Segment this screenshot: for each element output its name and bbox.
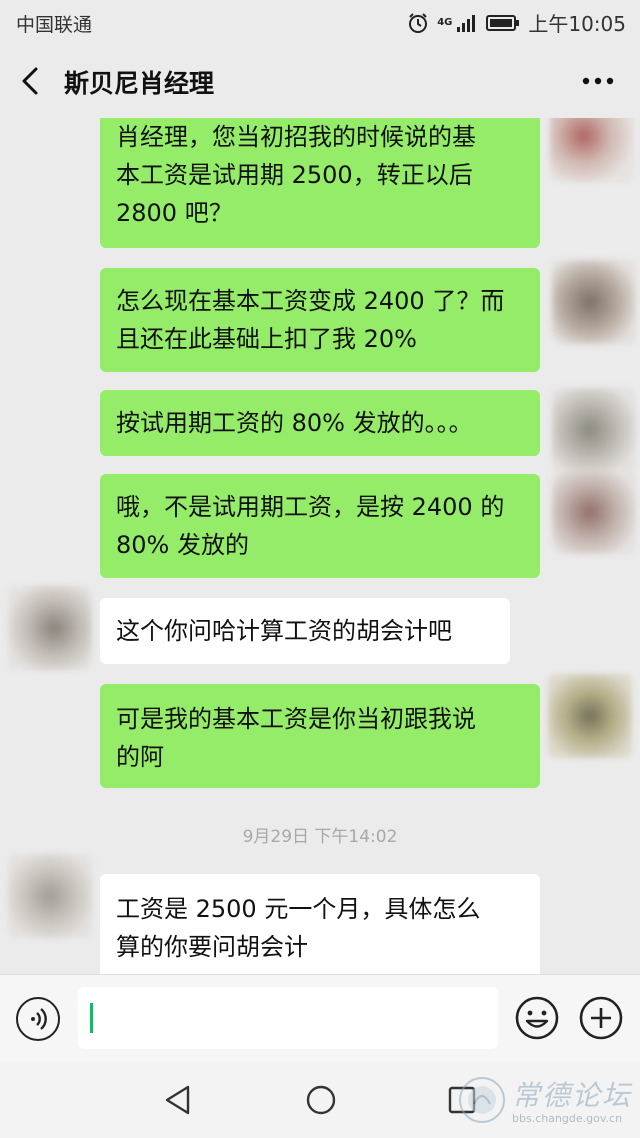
watermark-logo (459, 1077, 505, 1123)
system-nav-bar: 常德论坛 bbs.changde.gov.cn (0, 1062, 640, 1138)
status-time: 上午10:05 (528, 12, 626, 36)
alarm-icon (409, 12, 428, 33)
watermark-title: 常德论坛 (512, 1079, 633, 1112)
chat-header: 斯贝尼肖经理 (0, 44, 640, 118)
carrier-label: 中国联通 (16, 14, 93, 36)
avatar[interactable] (550, 118, 634, 182)
voice-icon (31, 1008, 47, 1030)
message-list[interactable]: 肖经理，您当初招我的时候说的基 本工资是试用期 2500，转正以后 2800 吧… (0, 118, 640, 974)
message-bubble-outgoing[interactable]: 按试用期工资的 80% 发放的。。。 (100, 390, 540, 456)
emoji-icon[interactable] (514, 995, 560, 1041)
circle-home-icon[interactable] (305, 1084, 337, 1116)
avatar[interactable] (552, 260, 636, 344)
triangle-back-icon[interactable] (163, 1084, 193, 1116)
avatar[interactable] (8, 586, 92, 670)
more-dots-icon[interactable] (580, 74, 616, 88)
watermark-url: bbs.changde.gov.cn (512, 1112, 623, 1125)
message-input[interactable] (78, 987, 498, 1049)
status-bar: 中国联通 4G 上午10:05 (0, 0, 640, 44)
avatar[interactable] (552, 388, 636, 472)
voice-button[interactable] (16, 997, 60, 1041)
message-bubble-outgoing[interactable]: 怎么现在基本工资变成 2400 了？而 且还在此基础上扣了我 20% (100, 268, 540, 372)
chevron-left-icon[interactable] (16, 66, 46, 96)
message-bubble-incoming[interactable]: 工资是 2500 元一个月，具体怎么 算的你要问胡会计 (100, 874, 540, 974)
network-type-label: 4G (437, 17, 453, 28)
message-bubble-incoming[interactable]: 这个你问哈计算工资的胡会计吧 (100, 598, 510, 664)
plus-icon[interactable] (578, 995, 624, 1041)
forum-watermark: 常德论坛 bbs.changde.gov.cn (456, 1068, 636, 1132)
message-timestamp: 9月29日 下午14:02 (242, 827, 398, 847)
chat-title: 斯贝尼肖经理 (64, 69, 215, 98)
input-bar (0, 974, 640, 1063)
signal-icon (457, 14, 476, 32)
battery-icon (486, 14, 520, 31)
avatar[interactable] (548, 674, 632, 758)
message-bubble-outgoing[interactable]: 可是我的基本工资是你当初跟我说 的阿 (100, 684, 540, 788)
message-bubble-outgoing[interactable]: 哦，不是试用期工资，是按 2400 的 80% 发放的 (100, 474, 540, 578)
avatar[interactable] (552, 470, 636, 554)
status-icons: 4G 上午10:05 (407, 8, 626, 37)
text-caret (90, 1003, 93, 1033)
avatar[interactable] (8, 854, 92, 938)
message-bubble-outgoing[interactable]: 肖经理，您当初招我的时候说的基 本工资是试用期 2500，转正以后 2800 吧… (100, 118, 540, 248)
